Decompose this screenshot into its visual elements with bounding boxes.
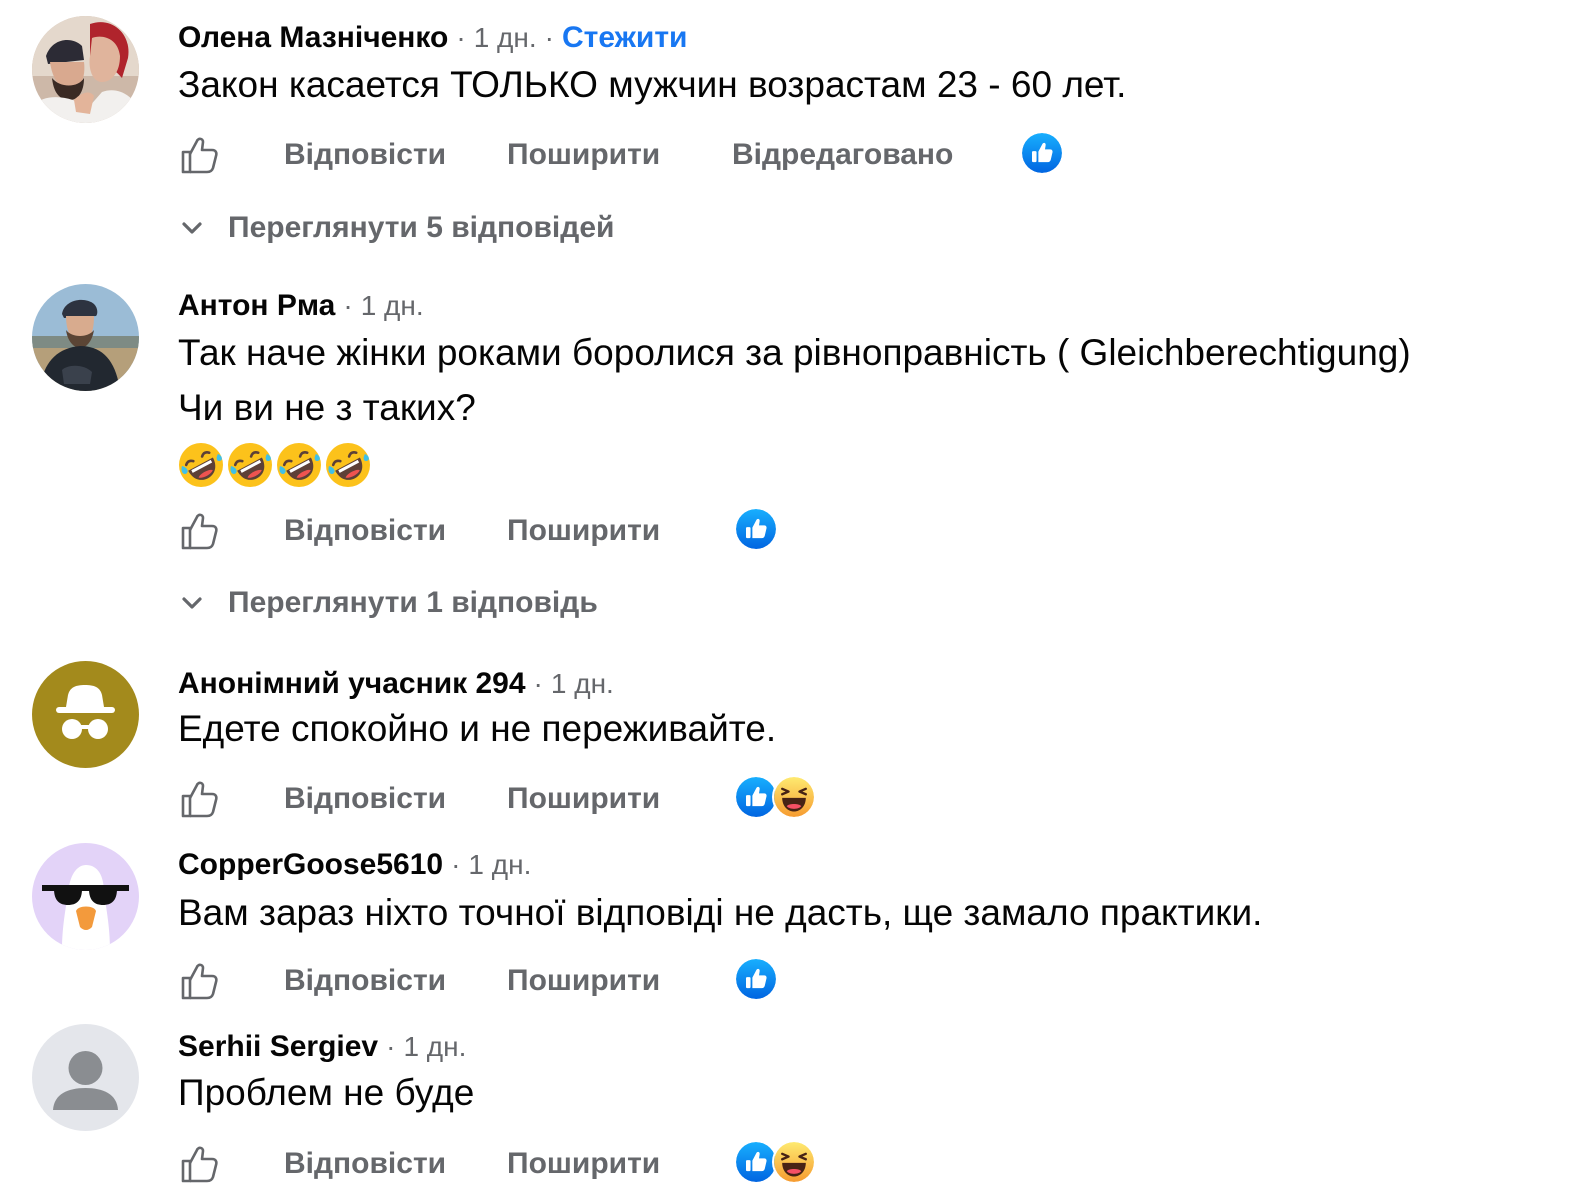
- avatar[interactable]: [32, 661, 139, 768]
- view-replies-label: Переглянути 1 відповідь: [228, 586, 598, 619]
- separator: ·: [386, 1031, 396, 1062]
- avatar[interactable]: [32, 284, 139, 391]
- rolling-on-floor-laughing-icon: [325, 442, 371, 488]
- view-replies-label: Переглянути 5 відповідей: [228, 211, 615, 244]
- like-reaction-icon: [734, 957, 778, 1001]
- timestamp[interactable]: 1 дн.: [551, 668, 614, 700]
- like-outline-icon[interactable]: [178, 777, 222, 821]
- view-replies-button[interactable]: Переглянути 5 відповідей: [178, 208, 614, 248]
- author-name[interactable]: Анонімний учасник 294: [178, 667, 526, 701]
- separator: ·: [343, 290, 353, 321]
- author-name[interactable]: Олена Мазніченко: [178, 21, 448, 55]
- author-name[interactable]: Антон Рма: [178, 289, 335, 323]
- avatar[interactable]: [32, 843, 139, 950]
- comment-text: Так наче жінки роками боролися за рівноп…: [178, 332, 1411, 373]
- comment-text: Вам зараз ніхто точної відповіді не даст…: [178, 892, 1263, 933]
- haha-reaction-icon: [772, 1140, 816, 1184]
- comment-meta: CopperGoose5610 · 1 дн.: [178, 843, 531, 887]
- reactions[interactable]: [734, 1140, 816, 1186]
- comment-text: Чи ви не з таких?: [178, 387, 476, 428]
- rolling-on-floor-laughing-icon: [178, 442, 224, 488]
- reply-button[interactable]: Відповісти: [284, 131, 446, 179]
- comment-actions: Відповісти Поширити: [178, 957, 1478, 1005]
- like-reaction-icon: [1020, 131, 1064, 175]
- comment-actions: Відповісти Поширити: [178, 775, 1478, 823]
- share-button[interactable]: Поширити: [507, 131, 660, 179]
- share-button[interactable]: Поширити: [507, 957, 660, 1005]
- separator: ·: [544, 22, 554, 53]
- reactions[interactable]: [734, 775, 816, 821]
- comment-text: Проблем не буде: [178, 1072, 475, 1113]
- author-name[interactable]: CopperGoose5610: [178, 848, 443, 882]
- avatar[interactable]: [32, 1024, 139, 1131]
- like-outline-icon[interactable]: [178, 1142, 222, 1186]
- like-outline-icon[interactable]: [178, 133, 222, 177]
- comment-actions: Відповісти Поширити: [178, 507, 1478, 555]
- comment-text: Закон касается ТОЛЬКО мужчин возрастам 2…: [178, 64, 1127, 105]
- like-outline-icon[interactable]: [178, 959, 222, 1003]
- comment-meta: Антон Рма · 1 дн.: [178, 284, 424, 328]
- haha-reaction-icon: [772, 775, 816, 819]
- follow-link[interactable]: Стежити: [562, 21, 688, 55]
- reply-button[interactable]: Відповісти: [284, 957, 446, 1005]
- author-name[interactable]: Serhii Sergiev: [178, 1030, 378, 1064]
- like-reaction-icon: [734, 507, 778, 551]
- edited-label: Відредаговано: [732, 138, 954, 171]
- comment-meta: Олена Мазніченко · 1 дн. · Стежити: [178, 16, 687, 60]
- separator: ·: [451, 849, 461, 880]
- reactions[interactable]: [1020, 131, 1064, 177]
- chevron-down-icon: [178, 589, 206, 617]
- chevron-down-icon: [178, 214, 206, 242]
- timestamp[interactable]: 1 дн.: [474, 22, 537, 54]
- comment-actions: Відповісти Поширити Відредаговано: [178, 131, 1478, 179]
- rolling-on-floor-laughing-icon: [227, 442, 273, 488]
- share-button[interactable]: Поширити: [507, 1140, 660, 1188]
- comment-meta: Анонімний учасник 294 · 1 дн.: [178, 662, 614, 706]
- comment-text: Едете спокойно и не переживайте.: [178, 708, 777, 749]
- avatar[interactable]: [32, 16, 139, 123]
- share-button[interactable]: Поширити: [507, 775, 660, 823]
- reply-button[interactable]: Відповісти: [284, 775, 446, 823]
- view-replies-button[interactable]: Переглянути 1 відповідь: [178, 583, 598, 623]
- comment-actions: Відповісти Поширити: [178, 1140, 1478, 1188]
- separator: ·: [533, 668, 543, 699]
- timestamp[interactable]: 1 дн.: [403, 1031, 466, 1063]
- reply-button[interactable]: Відповісти: [284, 1140, 446, 1188]
- reactions[interactable]: [734, 957, 778, 1003]
- rolling-on-floor-laughing-icon: [276, 442, 322, 488]
- comment-emojis: [178, 442, 371, 488]
- comment-meta: Serhii Sergiev · 1 дн.: [178, 1025, 466, 1069]
- reply-button[interactable]: Відповісти: [284, 507, 446, 555]
- reactions[interactable]: [734, 507, 778, 553]
- timestamp[interactable]: 1 дн.: [468, 849, 531, 881]
- timestamp[interactable]: 1 дн.: [361, 290, 424, 322]
- separator: ·: [456, 22, 466, 53]
- share-button[interactable]: Поширити: [507, 507, 660, 555]
- like-outline-icon[interactable]: [178, 509, 222, 553]
